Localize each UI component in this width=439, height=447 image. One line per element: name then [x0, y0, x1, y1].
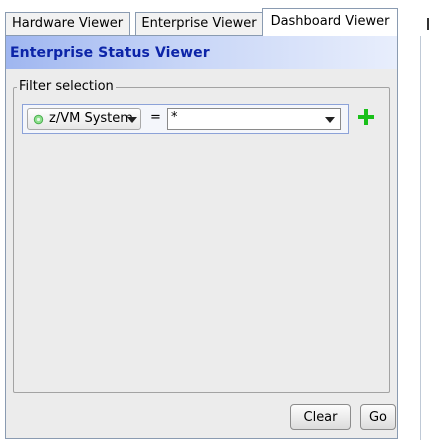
tab-enterprise-viewer[interactable]: Enterprise Viewer	[135, 12, 263, 36]
go-button[interactable]: Go	[360, 404, 396, 430]
filter-selection-group: Filter selection z/VM System = *	[13, 79, 390, 393]
chevron-down-icon	[325, 117, 335, 123]
filter-type-label: z/VM System	[49, 111, 133, 126]
chevron-down-icon	[127, 117, 137, 123]
window-edge-mark	[427, 18, 429, 30]
gear-icon	[33, 114, 44, 125]
filter-type-dropdown[interactable]: z/VM System	[27, 108, 141, 130]
filter-row: z/VM System = *	[22, 104, 349, 134]
tab-bar: Hardware Viewer Enterprise Viewer Dashbo…	[5, 8, 425, 36]
tab-dashboard-viewer[interactable]: Dashboard Viewer	[262, 8, 398, 36]
window-margin	[424, 0, 439, 447]
panel-header: Enterprise Status Viewer	[6, 36, 397, 69]
clear-button[interactable]: Clear	[290, 404, 351, 430]
filter-selection-label: Filter selection	[17, 79, 116, 95]
filter-operator: =	[150, 110, 161, 125]
add-filter-icon[interactable]	[358, 109, 374, 125]
scroll-edge	[420, 36, 421, 440]
dashboard-panel: Enterprise Status Viewer Filter selectio…	[5, 36, 398, 439]
app-window: Hardware Viewer Enterprise Viewer Dashbo…	[0, 0, 439, 447]
filter-value-text: *	[171, 110, 178, 125]
tab-hardware-viewer[interactable]: Hardware Viewer	[5, 12, 130, 36]
panel-title: Enterprise Status Viewer	[10, 45, 210, 61]
bottom-margin	[0, 440, 439, 447]
filter-value-dropdown[interactable]: *	[167, 108, 341, 130]
